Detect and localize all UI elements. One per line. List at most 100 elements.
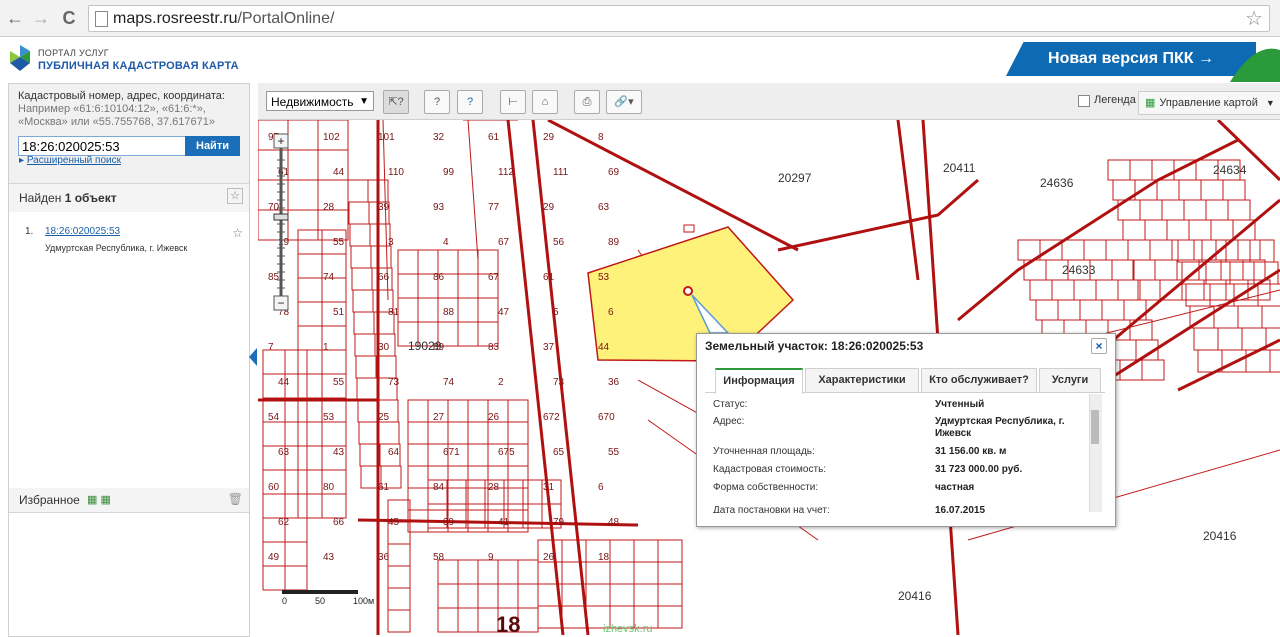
parcel-outline — [457, 607, 479, 633]
info-tool-icon[interactable]: ? — [424, 90, 450, 114]
address-bar[interactable]: maps.rosreestr.ru/PortalOnline/ ☆ — [88, 5, 1270, 32]
parcel-outline — [1061, 239, 1085, 261]
parcel-outline — [407, 421, 429, 445]
parcel-number-label: 4 — [443, 237, 449, 248]
parcel-number-label: 6 — [598, 482, 604, 493]
legend-checkbox[interactable] — [1078, 95, 1090, 107]
parcel-number-label: 44 — [333, 167, 345, 178]
parcel-number-label: 69 — [608, 167, 620, 178]
parcel-outline — [369, 223, 391, 247]
quarter-boundary-line — [547, 120, 799, 252]
close-icon[interactable]: × — [1091, 338, 1107, 354]
reload-icon[interactable]: C — [58, 7, 80, 29]
parcel-number-label: 84 — [433, 482, 445, 493]
parcel-number-label: 7 — [268, 342, 274, 353]
parcel-outline — [1095, 279, 1119, 301]
area-tool-icon[interactable]: ⌂ — [532, 90, 558, 114]
parcel-outline — [517, 559, 539, 585]
tab-characteristics[interactable]: Характеристики — [805, 368, 919, 392]
forward-icon[interactable]: → — [30, 7, 52, 29]
bookmark-star-icon[interactable]: ☆ — [1245, 6, 1263, 31]
map-control-dropdown[interactable]: ▦ Управление картой ▼ — [1138, 91, 1280, 115]
parcel-number-label: 99 — [443, 167, 455, 178]
quarter-number-label: 19029 — [408, 339, 442, 353]
parcel-number-label: 89 — [608, 237, 620, 248]
parcel-outline — [407, 465, 429, 489]
parcel-outline — [1269, 349, 1280, 373]
search-input[interactable] — [18, 136, 188, 156]
parcel-outline — [349, 223, 371, 247]
parcel-outline — [497, 559, 519, 585]
parcel-number-label: 36 — [378, 552, 390, 563]
measure-tool-icon[interactable]: ⊢ — [500, 90, 526, 114]
parcel-outline — [609, 561, 635, 585]
tab-who-serves[interactable]: Кто обслуживает? — [921, 368, 1037, 392]
parcel-outline — [1113, 339, 1137, 361]
info-value: 16.07.2015 — [935, 505, 986, 513]
parcel-outline — [437, 249, 459, 275]
parcel-outline — [1083, 239, 1107, 261]
parcel-number-label: 85 — [268, 272, 280, 283]
parcel-number-label: 55 — [333, 237, 345, 248]
favorites-export-icons[interactable]: ▦ ▦ — [87, 493, 111, 506]
parcel-outline — [537, 605, 563, 629]
parcel-outline — [1210, 219, 1234, 241]
parcel-outline — [262, 349, 286, 375]
parcel-outline — [262, 565, 286, 591]
parcel-outline — [1249, 239, 1275, 263]
parcel-outline — [397, 249, 419, 275]
quarter-number-label: 20416 — [898, 589, 932, 603]
parcel-outline — [1107, 159, 1131, 181]
popup-scrollbar-thumb[interactable] — [1091, 410, 1099, 444]
parcel-outline — [1227, 199, 1251, 221]
parcel-number-label: 65 — [553, 447, 565, 458]
search-button[interactable]: Найти — [185, 136, 240, 156]
url-text: maps.rosreestr.ru/PortalOnline/ — [113, 10, 334, 28]
parcel-outline — [1183, 199, 1207, 221]
parcel-outline — [1166, 219, 1190, 241]
parcel-outline — [262, 493, 286, 519]
favorite-all-icon[interactable]: ☆ — [227, 188, 243, 204]
back-icon[interactable]: ← — [4, 7, 26, 29]
collapse-panel-icon[interactable] — [249, 348, 257, 366]
tab-services[interactable]: Услуги — [1039, 368, 1101, 392]
url-path: /PortalOnline/ — [237, 10, 335, 27]
info-label: Дата постановки на учет: — [713, 505, 830, 513]
favorites-title: Избранное — [19, 493, 80, 507]
trash-icon[interactable]: 🗑 — [228, 492, 243, 506]
identify-tool-icon[interactable]: ⇱? — [383, 90, 409, 114]
advanced-search-link[interactable]: ▸ Расширенный поиск — [19, 155, 121, 166]
parcel-outline — [507, 465, 529, 489]
result-number: 1. — [25, 226, 34, 237]
result-cadastral-link[interactable]: 18:26:020025:53 — [45, 226, 120, 237]
help-tool-icon[interactable]: ? — [457, 90, 483, 114]
building-outline — [683, 224, 695, 233]
favorite-star-icon[interactable]: ☆ — [232, 226, 243, 240]
layer-select[interactable]: Недвижимость ▼ — [266, 91, 374, 111]
parcel-outline — [507, 399, 529, 423]
parcel-number-label: 18 — [598, 552, 610, 563]
parcel-outline — [1149, 239, 1173, 261]
popup-title: Земельный участок: 18:26:020025:53 — [705, 339, 924, 353]
info-label: Кадастровая стоимость: — [713, 464, 827, 475]
tab-info[interactable]: Информация — [715, 368, 803, 394]
new-version-button[interactable]: Новая версия ПКК → — [1006, 42, 1256, 76]
zoom-slider-handle[interactable] — [273, 213, 289, 221]
link-icon[interactable]: 🔗▾ — [606, 90, 642, 114]
parcel-number-label: 111 — [553, 167, 569, 178]
print-icon[interactable]: ⎙ — [574, 90, 600, 114]
parcel-outline — [561, 539, 587, 563]
advanced-search-label: Расширенный поиск — [26, 155, 121, 166]
info-value: 31 156.00 кв. м — [935, 446, 1007, 457]
parcel-outline — [457, 273, 479, 299]
parcel-outline — [348, 201, 370, 225]
parcel-outline — [477, 297, 499, 323]
parcel-outline — [522, 479, 543, 505]
parcel-number-label: 67 — [498, 237, 510, 248]
zoom-control[interactable]: + − — [273, 133, 289, 311]
parcel-number-label: 49 — [268, 552, 280, 563]
parcel-outline — [477, 607, 499, 633]
parcel-number-label: 79 — [553, 517, 565, 528]
parcel-outline — [1101, 299, 1125, 321]
parcel-number-label: 51 — [333, 307, 345, 318]
